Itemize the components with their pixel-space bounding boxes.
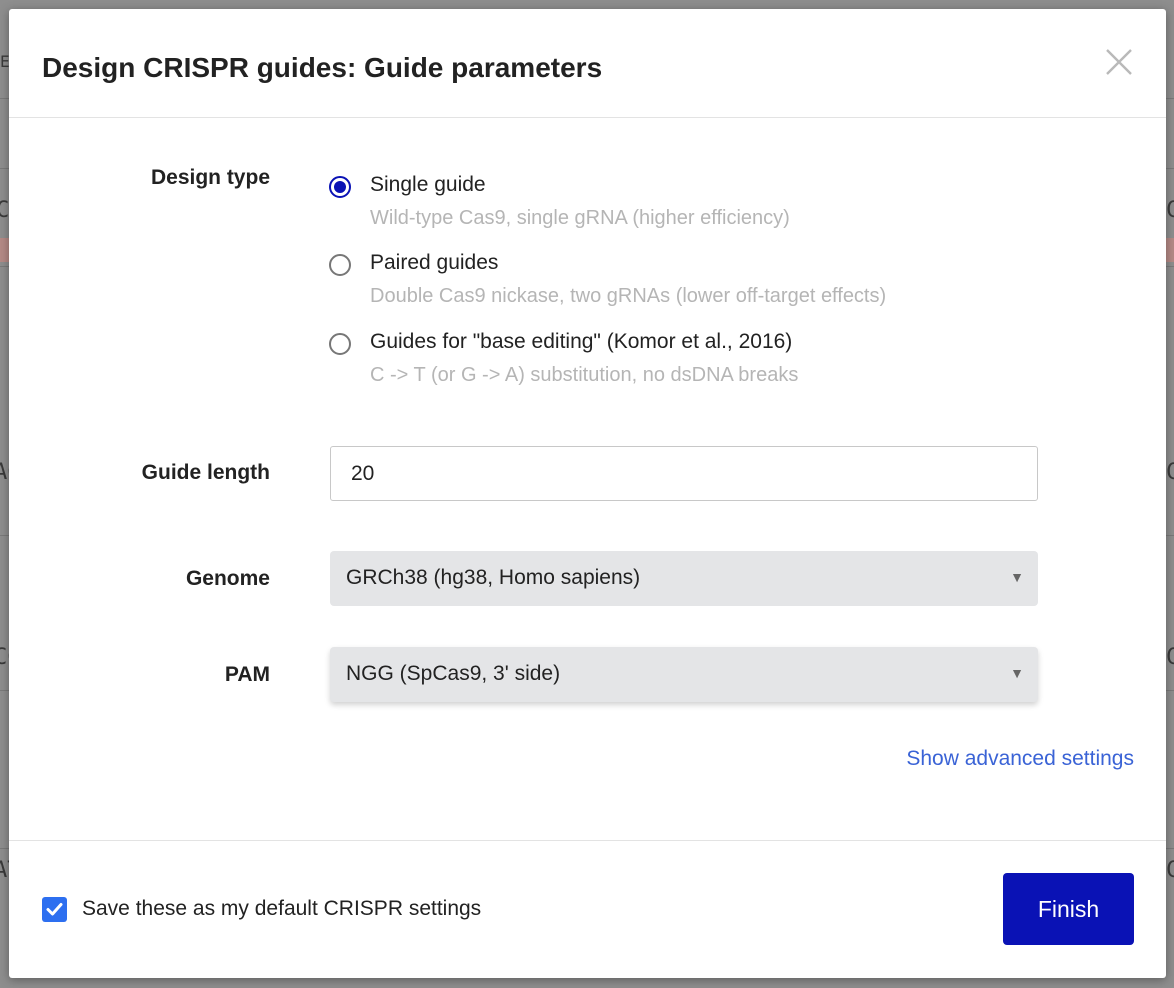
design-type-label: Design type: [150, 166, 270, 189]
radio-option-description: C -> T (or G -> A) substitution, no dsDN…: [370, 364, 799, 386]
radio-button[interactable]: [329, 176, 351, 198]
pam-label: PAM: [224, 663, 270, 686]
bg-text: C: [1166, 858, 1174, 883]
pam-select-value: NGG (SpCas9, 3' side): [346, 662, 561, 685]
radio-option-description: Double Cas9 nickase, two gRNAs (lower of…: [370, 285, 887, 307]
caret-down-icon: ▼: [1010, 569, 1024, 585]
radio-option-label: Paired guides: [370, 251, 499, 274]
caret-down-icon: ▼: [1010, 665, 1024, 681]
checkmark-icon: [46, 903, 63, 916]
pam-select[interactable]: NGG (SpCas9, 3' side) ▼: [330, 647, 1038, 702]
crispr-dialog: Design CRISPR guides: Guide parameters D…: [9, 9, 1166, 978]
save-default-label: Save these as my default CRISPR settings: [82, 897, 482, 920]
genome-select[interactable]: GRCh38 (hg38, Homo sapiens) ▼: [330, 551, 1038, 606]
guide-length-input[interactable]: [330, 446, 1038, 501]
guide-length-label: Guide length: [141, 461, 270, 484]
radio-button[interactable]: [329, 254, 351, 276]
bg-text: C: [1166, 645, 1174, 670]
genome-select-value: GRCh38 (hg38, Homo sapiens): [346, 566, 641, 589]
finish-button[interactable]: Finish: [1003, 873, 1134, 945]
radio-option-label: Guides for "base editing" (Komor et al.,…: [370, 330, 793, 353]
dialog-footer: Save these as my default CRISPR settings…: [9, 840, 1166, 979]
show-advanced-settings-link[interactable]: Show advanced settings: [906, 747, 1134, 771]
bg-text: C: [1166, 460, 1174, 485]
close-icon: [1104, 47, 1134, 77]
close-button[interactable]: [1104, 47, 1134, 77]
dialog-header: Design CRISPR guides: Guide parameters: [9, 9, 1166, 118]
save-default-checkbox[interactable]: [42, 897, 67, 922]
dialog-title: Design CRISPR guides: Guide parameters: [42, 52, 603, 83]
bg-highlight: [0, 238, 9, 262]
bg-text: C: [1166, 198, 1174, 223]
radio-option-label: Single guide: [370, 173, 486, 196]
genome-label: Genome: [185, 567, 270, 590]
radio-button[interactable]: [329, 333, 351, 355]
bg-highlight: [1166, 238, 1174, 262]
radio-option-description: Wild-type Cas9, single gRNA (higher effi…: [370, 207, 790, 229]
